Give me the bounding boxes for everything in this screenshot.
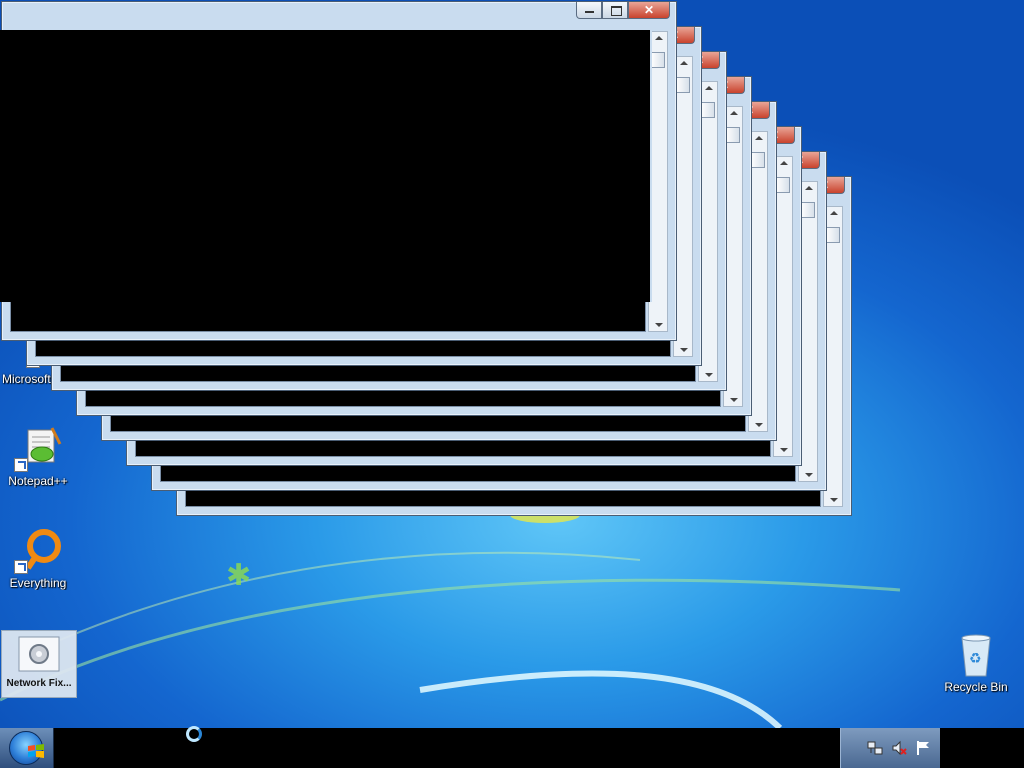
notepad-plus-plus-icon	[14, 424, 62, 472]
desktop: ✱ Microsoft Visual Studio... Notepad++	[0, 0, 1024, 728]
notification-area	[840, 728, 940, 768]
desktop-icon-notepad-plus-plus[interactable]: Notepad++	[2, 424, 74, 488]
desktop-icon-everything[interactable]: Everything	[2, 526, 74, 590]
scroll-down-arrow[interactable]	[830, 498, 838, 502]
desktop-icon-recycle-bin[interactable]: ♻ Recycle Bin	[940, 630, 1012, 694]
svg-text:♻: ♻	[969, 651, 982, 667]
everything-search-icon	[14, 526, 62, 574]
svg-text:✱: ✱	[226, 558, 251, 593]
desktop-icon-label: Network Fix...	[6, 678, 72, 689]
recycle-bin-icon: ♻	[952, 630, 1000, 678]
scroll-down-arrow[interactable]	[680, 348, 688, 352]
desktop-icon-network-fix[interactable]: Network Fix...	[1, 630, 77, 698]
scroll-down-arrow[interactable]	[730, 398, 738, 402]
maximize-button[interactable]	[602, 2, 628, 19]
network-icon[interactable]	[867, 740, 883, 756]
windows-start-orb	[9, 731, 44, 765]
scroll-down-arrow[interactable]	[655, 323, 663, 327]
busy-cursor-icon	[186, 726, 202, 742]
desktop-icon-label: Everything	[9, 576, 67, 590]
scroll-down-arrow[interactable]	[805, 473, 813, 477]
volume-muted-icon[interactable]	[891, 740, 907, 756]
window-redraw-artifact	[0, 30, 652, 302]
action-center-flag-icon[interactable]	[915, 740, 931, 756]
scroll-down-arrow[interactable]	[780, 448, 788, 452]
minimize-button[interactable]	[576, 2, 602, 19]
start-button[interactable]	[0, 728, 54, 768]
scroll-down-arrow[interactable]	[705, 373, 713, 377]
window-title-buttons: ✕	[576, 2, 670, 20]
scroll-down-arrow[interactable]	[755, 423, 763, 427]
network-fix-icon	[17, 635, 61, 675]
desktop-icon-label: Recycle Bin	[944, 680, 1008, 694]
desktop-icon-label: Notepad++	[8, 474, 68, 488]
close-button[interactable]: ✕	[628, 2, 670, 19]
